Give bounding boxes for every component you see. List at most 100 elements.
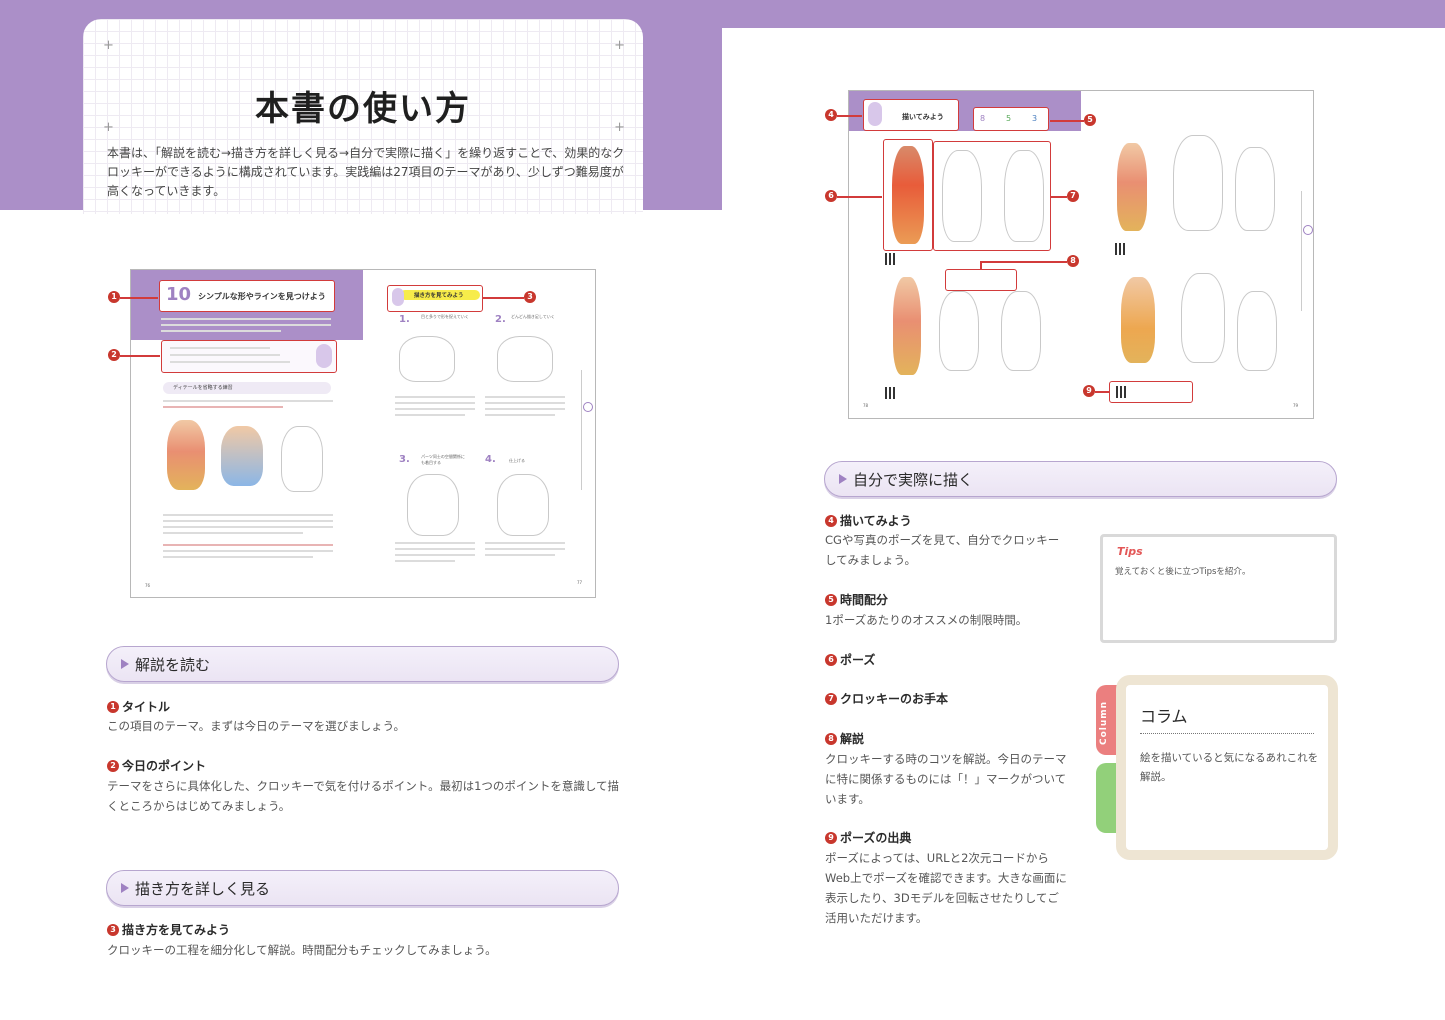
step-sketch — [399, 336, 455, 382]
item-body: クロッキーする時のコツを解説。今日のテーマに特に関係するものには「！」マークがつ… — [825, 752, 1067, 806]
qr-code — [885, 387, 897, 399]
text-line — [163, 520, 333, 522]
plus-icon: + — [614, 38, 625, 53]
time-value: 3 — [1032, 114, 1038, 123]
page-title: 本書の使い方 — [255, 89, 471, 129]
pose-sketch — [939, 291, 979, 371]
step-sketch — [497, 336, 553, 382]
column-box: Column コラム 絵を描いていると気になるあれこれを解説。 — [1096, 675, 1338, 860]
item-heading: 3 描き方を見てみよう — [107, 921, 230, 938]
character-icon — [392, 288, 404, 306]
text-line — [161, 318, 331, 320]
text-line — [163, 532, 303, 534]
qr-code — [1116, 386, 1128, 398]
step-text: 仕上げる — [509, 458, 525, 463]
text-line — [170, 354, 280, 356]
section-detail-header: 描き方を詳しく見る — [106, 870, 619, 906]
marker-leader — [120, 355, 160, 357]
step-number: 2. — [495, 314, 506, 325]
tips-label: Tips — [1117, 545, 1143, 558]
item-title: 解説 — [840, 732, 865, 746]
item-body: CGや写真のポーズを見て、自分でクロッキーしてみましょう。 — [825, 533, 1060, 567]
spread-tab: 描き方を見てみよう — [400, 290, 480, 300]
section-label: 自分で実際に描く — [853, 471, 974, 489]
marker-leader — [482, 297, 524, 299]
spread-tab-box: 描き方を見てみよう — [387, 285, 483, 312]
page-number: 78 — [863, 403, 869, 408]
item-number: 3 — [107, 923, 119, 936]
step-number: 1. — [399, 314, 410, 325]
page-number: 76 — [145, 583, 151, 588]
item-body: 1ポーズあたりのオススメの制限時間。 — [825, 613, 1028, 627]
text-line — [163, 400, 333, 402]
step-text: 目と多りで形を捉えていく — [421, 314, 469, 319]
marker-leader — [1051, 196, 1067, 198]
spread-title-box: 10 シンプルな形やラインを見つけよう — [159, 280, 335, 312]
item-number: 4 — [825, 514, 837, 527]
pose-figure — [1121, 277, 1155, 363]
text-line — [395, 548, 475, 550]
item-body: この項目のテーマ。まずは今日のテーマを選びましょう。 — [107, 719, 405, 733]
item-heading: 2 今日のポイント — [107, 757, 206, 774]
item-number: 6 — [825, 653, 837, 666]
marker-7: 7 — [1067, 190, 1079, 202]
step-text: パーツ同士の空間関係にも着目する — [421, 454, 465, 465]
text-line — [163, 514, 333, 516]
sample-spread-left: 10 シンプルな形やラインを見つけよう ディテールを省略する練習 76 描き方を… — [130, 269, 596, 598]
text-line — [395, 560, 455, 562]
item-title: ポーズ — [840, 653, 876, 667]
intro-text: 本書は、「解説を読む→描き方を詳しく見る→自分で実際に描く」を繰り返すことで、効… — [107, 146, 625, 198]
column-tab-text: Column — [1099, 700, 1109, 745]
item-heading: 5 時間配分 — [825, 591, 888, 608]
qr-code — [885, 253, 897, 265]
header-band-right — [722, 0, 1445, 28]
pose-sketch — [1173, 135, 1223, 231]
time-box: 8 5 3 — [973, 107, 1049, 131]
text-line — [395, 396, 475, 398]
text-line — [161, 324, 331, 326]
item-number: 2 — [107, 759, 119, 772]
time-value: 8 — [980, 114, 986, 123]
item-heading: 8 解説 — [825, 730, 864, 747]
item-title: タイトル — [122, 700, 171, 714]
item-heading: 9 ポーズの出典 — [825, 829, 911, 846]
side-badge — [1303, 225, 1313, 235]
item-title: ポーズの出典 — [840, 831, 912, 845]
section-draw-header: 自分で実際に描く — [824, 461, 1337, 497]
play-icon — [839, 474, 847, 484]
text-line — [395, 542, 475, 544]
item-body: クロッキーの工程を細分化して解説。時間配分もチェックしてみましょう。 — [107, 943, 497, 957]
text-line — [395, 554, 475, 556]
item-number: 8 — [825, 732, 837, 745]
play-icon — [121, 659, 129, 669]
sample-spread-right: 描いてみよう 8 5 3 78 79 — [848, 90, 1314, 419]
item-number: 9 — [825, 831, 837, 844]
spread-tab-text: 描いてみよう — [902, 113, 944, 121]
side-badge — [583, 402, 593, 412]
source-box — [1109, 381, 1193, 403]
spread-point-box — [161, 340, 337, 373]
marker-leader — [837, 196, 882, 198]
column-body: 絵を描いていると気になるあれこれを解説。 — [1140, 752, 1319, 783]
text-line — [163, 544, 333, 546]
text-line — [395, 402, 475, 404]
pose-sketch — [1181, 273, 1225, 363]
item-heading: 6 ポーズ — [825, 651, 875, 668]
marker-3: 3 — [524, 291, 536, 303]
spread-subheading-text: ディテールを省略する練習 — [173, 385, 233, 391]
plus-icon: + — [103, 38, 114, 53]
play-icon — [121, 883, 129, 893]
item-title: 今日のポイント — [122, 759, 207, 773]
pose-sketch — [281, 426, 323, 492]
pose-figure — [893, 277, 921, 375]
item-title: 描いてみよう — [840, 514, 912, 528]
section-read-header: 解説を読む — [106, 646, 619, 682]
spread-tab-text: 描き方を見てみよう — [414, 293, 464, 299]
text-line — [485, 542, 565, 544]
step-text: どんどん描き足していく — [511, 314, 555, 319]
step-sketch — [407, 474, 459, 536]
column-divider — [1140, 733, 1314, 734]
pose-sketch — [1001, 291, 1041, 371]
spread-tab-box: 描いてみよう — [863, 99, 959, 131]
text-line — [163, 406, 283, 408]
